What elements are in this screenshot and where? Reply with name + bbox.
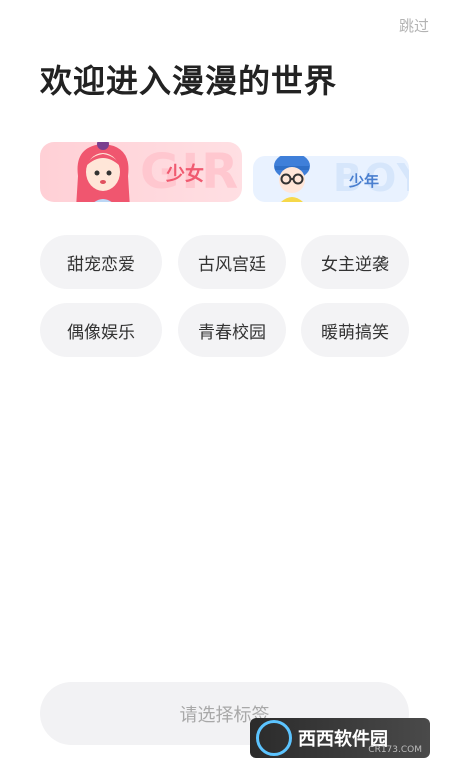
girl-label: 少女 [166, 163, 205, 185]
tag-sweet-romance[interactable]: 甜宠恋爱 [40, 235, 162, 289]
boy-avatar-icon [274, 156, 310, 202]
gender-option-girl[interactable]: GIRL 少女 [40, 142, 242, 202]
skip-button[interactable]: 跳过 [399, 15, 429, 36]
tag-cute-comedy[interactable]: 暖萌搞笑 [301, 303, 409, 357]
tag-ancient-palace[interactable]: 古风宫廷 [178, 235, 286, 289]
tag-idol-entertainment[interactable]: 偶像娱乐 [40, 303, 162, 357]
tag-heroine-comeback[interactable]: 女主逆袭 [301, 235, 409, 289]
gender-option-boy[interactable]: BOY 少年 [253, 156, 409, 202]
girl-avatar-icon [76, 142, 130, 202]
boy-label: 少年 [349, 172, 380, 190]
tag-youth-campus[interactable]: 青春校园 [178, 303, 286, 357]
watermark: 西西软件园 CR173.COM [250, 718, 430, 758]
watermark-sub: CR173.COM [368, 745, 422, 755]
watermark-logo-icon [256, 720, 292, 756]
page-title: 欢迎进入漫漫的世界 [40, 62, 338, 100]
